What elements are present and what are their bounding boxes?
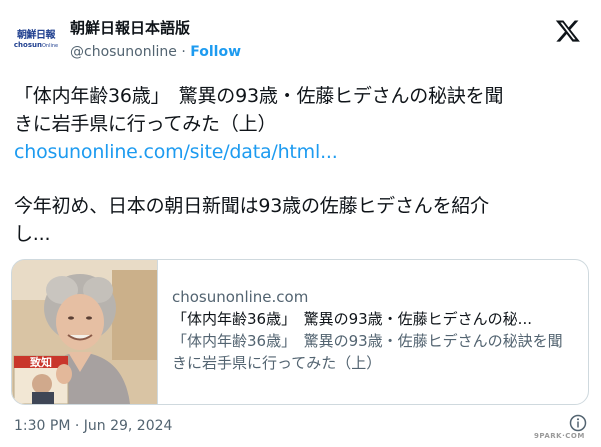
tweet-line: きに岩手県に行ってみた（上） (14, 113, 277, 135)
avatar-logo-en-main: chosun (13, 40, 42, 49)
tweet-line: 今年初め、日本の朝日新聞は93歳の佐藤ヒデさんを紹介 (14, 195, 489, 217)
card-description: 「体内年齢36歳」 驚異の93歳・佐藤ヒデさんの秘訣を聞きに岩手県に行ってみた（… (172, 332, 563, 372)
book-title-text: 致知 (30, 355, 52, 369)
info-icon[interactable] (569, 414, 587, 432)
watermark: 9PARK·COM (534, 432, 585, 440)
handle[interactable]: @chosunonline (70, 44, 177, 60)
avatar-logo-jp: 朝鮮日報 (17, 29, 56, 41)
link-card[interactable]: 致知 chosunonline.com 「体内年齢36歳」 驚異の93歳・佐藤ヒ… (11, 259, 589, 405)
author-names: 朝鮮日報日本語版 @chosunonline · Follow (70, 18, 241, 62)
display-name[interactable]: 朝鮮日報日本語版 (70, 18, 241, 38)
tweet-link[interactable]: chosunonline.com/site/data/html... (14, 138, 594, 166)
card-thumbnail-image: 致知 (12, 260, 157, 404)
card-thumbnail[interactable]: 致知 (12, 260, 158, 404)
card-domain: chosunonline.com (172, 288, 309, 306)
tweet-text: 「体内年齢36歳」 驚異の93歳・佐藤ヒデさんの秘訣を聞 きに岩手県に行ってみた… (14, 82, 594, 248)
tweet-line: し... (14, 223, 51, 245)
avatar-logo-en: chosunOnline (14, 41, 58, 51)
tweet-line: 「体内年齢36歳」 驚異の93歳・佐藤ヒデさんの秘訣を聞 (14, 85, 504, 107)
tweet-header: 朝鮮日報 chosunOnline 朝鮮日報日本語版 @chosunonline… (14, 14, 587, 62)
tweet-timestamp[interactable]: 1:30 PM · Jun 29, 2024 (14, 418, 172, 434)
avatar[interactable]: 朝鮮日報 chosunOnline (14, 18, 58, 62)
handle-row: @chosunonline · Follow (70, 42, 241, 62)
handle-separator: · (181, 44, 186, 60)
card-title[interactable]: 「体内年齢36歳」 驚異の93歳・佐藤ヒデさんの秘... (172, 308, 577, 330)
card-body: chosunonline.com 「体内年齢36歳」 驚異の93歳・佐藤ヒデさん… (172, 286, 577, 374)
follow-button[interactable]: Follow (190, 44, 241, 60)
x-logo-icon[interactable] (555, 18, 581, 44)
avatar-logo-en-sub: Online (41, 42, 59, 49)
